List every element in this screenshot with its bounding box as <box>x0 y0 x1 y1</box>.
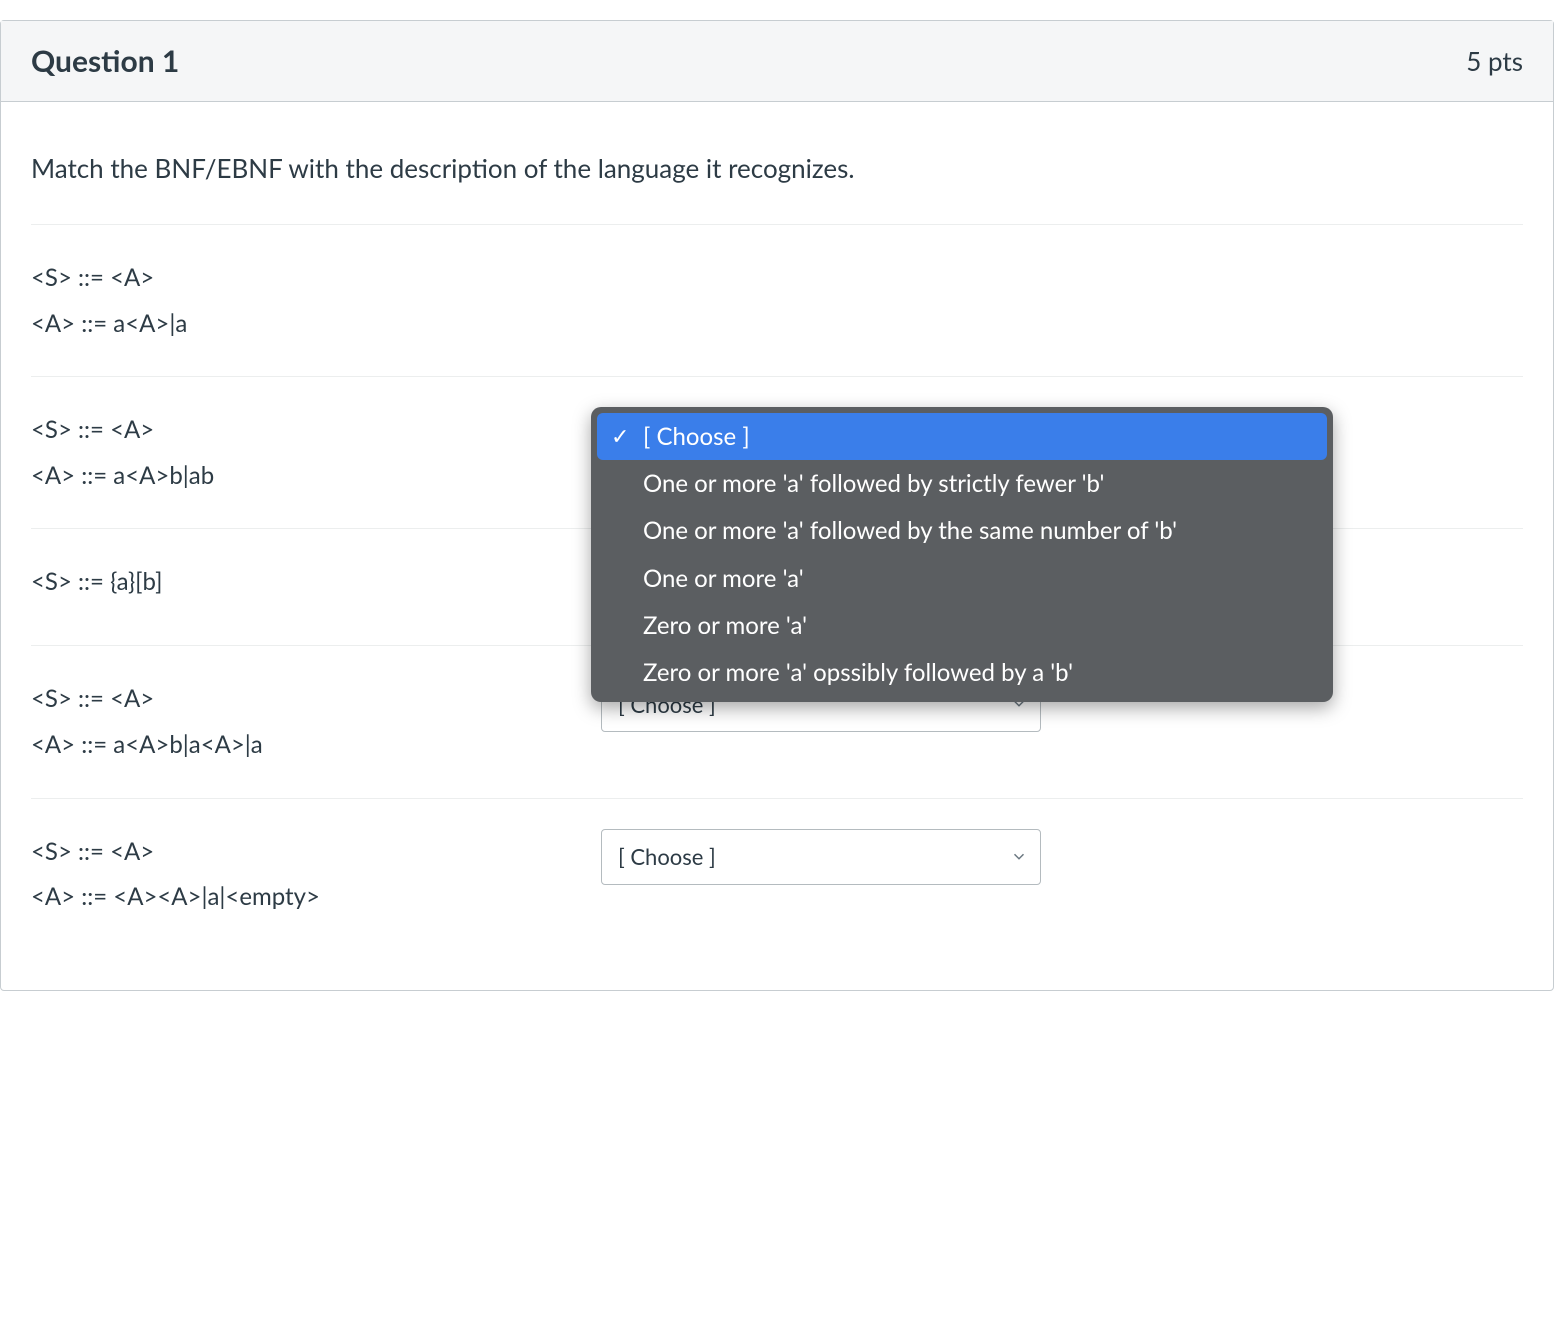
dropdown-menu[interactable]: [ Choose ] One or more 'a' followed by s… <box>591 407 1333 702</box>
question-title: Question 1 <box>31 43 179 79</box>
grammar-text: <S> ::= <A> <A> ::= a<A>b|a<A>|a <box>31 676 601 767</box>
grammar-text: <S> ::= <A> <A> ::= <A><A>|a|<empty> <box>31 829 601 920</box>
grammar-line: <A> ::= a<A>|a <box>31 301 591 347</box>
answer-select[interactable]: [ Choose ] <box>601 829 1041 885</box>
answer-select-wrap: [ Choose ] <box>601 829 1041 885</box>
grammar-line: <S> ::= <A> <box>31 407 591 453</box>
question-points: 5 pts <box>1466 45 1523 77</box>
dropdown-option[interactable]: Zero or more 'a' <box>597 602 1327 649</box>
question-prompt: Match the BNF/EBNF with the description … <box>31 102 1523 224</box>
question-card: Question 1 5 pts Match the BNF/EBNF with… <box>0 20 1554 991</box>
grammar-line: <A> ::= a<A>b|ab <box>31 453 591 499</box>
grammar-text: <S> ::= <A> <A> ::= a<A>b|ab <box>31 407 601 498</box>
question-header: Question 1 5 pts <box>1 21 1553 102</box>
chevron-down-icon <box>1010 843 1028 870</box>
grammar-text: <S> ::= <A> <A> ::= a<A>|a <box>31 255 601 346</box>
dropdown-option[interactable]: [ Choose ] <box>597 413 1327 460</box>
select-placeholder: [ Choose ] <box>618 843 716 870</box>
grammar-line: <A> ::= <A><A>|a|<empty> <box>31 874 591 920</box>
grammar-line: <S> ::= <A> <box>31 829 591 875</box>
match-row: <S> ::= <A> <A> ::= a<A>|a <box>31 224 1523 376</box>
dropdown-option[interactable]: Zero or more 'a' opssibly followed by a … <box>597 649 1327 696</box>
grammar-text: <S> ::= {a}[b] <box>31 559 601 605</box>
match-row: <S> ::= <A> <A> ::= <A><A>|a|<empty> [ C… <box>31 798 1523 950</box>
grammar-line: <S> ::= {a}[b] <box>31 559 591 605</box>
dropdown-option[interactable]: One or more 'a' <box>597 555 1327 602</box>
dropdown-option[interactable]: One or more 'a' followed by strictly few… <box>597 460 1327 507</box>
grammar-line: <S> ::= <A> <box>31 255 591 301</box>
grammar-line: <S> ::= <A> <box>31 676 591 722</box>
dropdown-option[interactable]: One or more 'a' followed by the same num… <box>597 507 1327 554</box>
grammar-line: <A> ::= a<A>b|a<A>|a <box>31 722 591 768</box>
question-body: Match the BNF/EBNF with the description … <box>1 102 1553 990</box>
